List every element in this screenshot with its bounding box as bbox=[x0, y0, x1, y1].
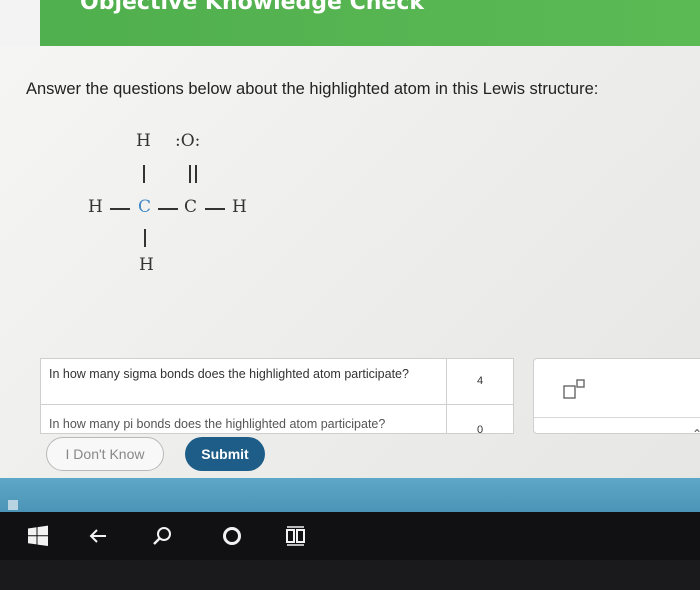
chevron-up-icon[interactable]: ⌃ bbox=[692, 427, 700, 441]
pi-answer-input[interactable]: 0 bbox=[446, 405, 513, 433]
windows-icon[interactable] bbox=[26, 524, 50, 548]
pi-question: In how many pi bonds does the highlighte… bbox=[49, 417, 386, 431]
sigma-question: In how many sigma bonds does the highlig… bbox=[49, 367, 409, 381]
windows-taskbar bbox=[0, 512, 700, 560]
superscript-icon[interactable] bbox=[562, 377, 586, 401]
bond-c-o-double-b bbox=[195, 165, 197, 183]
table-row: In how many sigma bonds does the highlig… bbox=[41, 359, 513, 405]
back-arrow-icon[interactable] bbox=[86, 524, 110, 548]
atom-c-highlighted: C bbox=[138, 197, 152, 217]
cortana-circle-icon[interactable] bbox=[220, 524, 244, 548]
bond-c-h-right bbox=[205, 208, 225, 210]
table-row: In how many pi bonds does the highlighte… bbox=[41, 405, 513, 433]
answer-tools-panel: ⌃ bbox=[533, 358, 700, 441]
atom-h-right: H bbox=[232, 197, 247, 217]
bond-c-c bbox=[158, 208, 178, 210]
question-table: In how many sigma bonds does the highlig… bbox=[40, 358, 514, 434]
submit-button[interactable]: Submit bbox=[185, 437, 265, 471]
atom-h-bottom: H bbox=[139, 255, 154, 275]
screen: Objective Knowledge Check Answer the que… bbox=[0, 0, 700, 512]
footer-band bbox=[0, 478, 700, 512]
header-left-strip bbox=[0, 0, 40, 46]
sigma-answer-input[interactable]: 4 bbox=[446, 359, 513, 404]
bond-c-h-bottom bbox=[144, 229, 146, 247]
task-view-icon[interactable] bbox=[284, 524, 308, 548]
bond-c-o-double-a bbox=[189, 165, 191, 183]
panel-divider bbox=[534, 417, 700, 418]
lewis-structure: H :O: H C C H H bbox=[80, 125, 300, 285]
atom-h-top: H bbox=[136, 131, 151, 151]
dont-know-button[interactable]: I Don't Know bbox=[46, 437, 164, 471]
header-title: Objective Knowledge Check bbox=[80, 0, 425, 15]
bond-c-h-top bbox=[143, 165, 145, 183]
atom-h-left: H bbox=[88, 197, 103, 217]
atom-c-right: C bbox=[184, 197, 198, 217]
header-bar: Objective Knowledge Check bbox=[0, 0, 700, 46]
question-prompt: Answer the questions below about the hig… bbox=[26, 80, 599, 98]
bond-h-c-left bbox=[110, 208, 130, 210]
search-icon[interactable] bbox=[150, 524, 174, 548]
footer-cell bbox=[8, 500, 18, 510]
atom-o-top: :O: bbox=[175, 131, 201, 151]
